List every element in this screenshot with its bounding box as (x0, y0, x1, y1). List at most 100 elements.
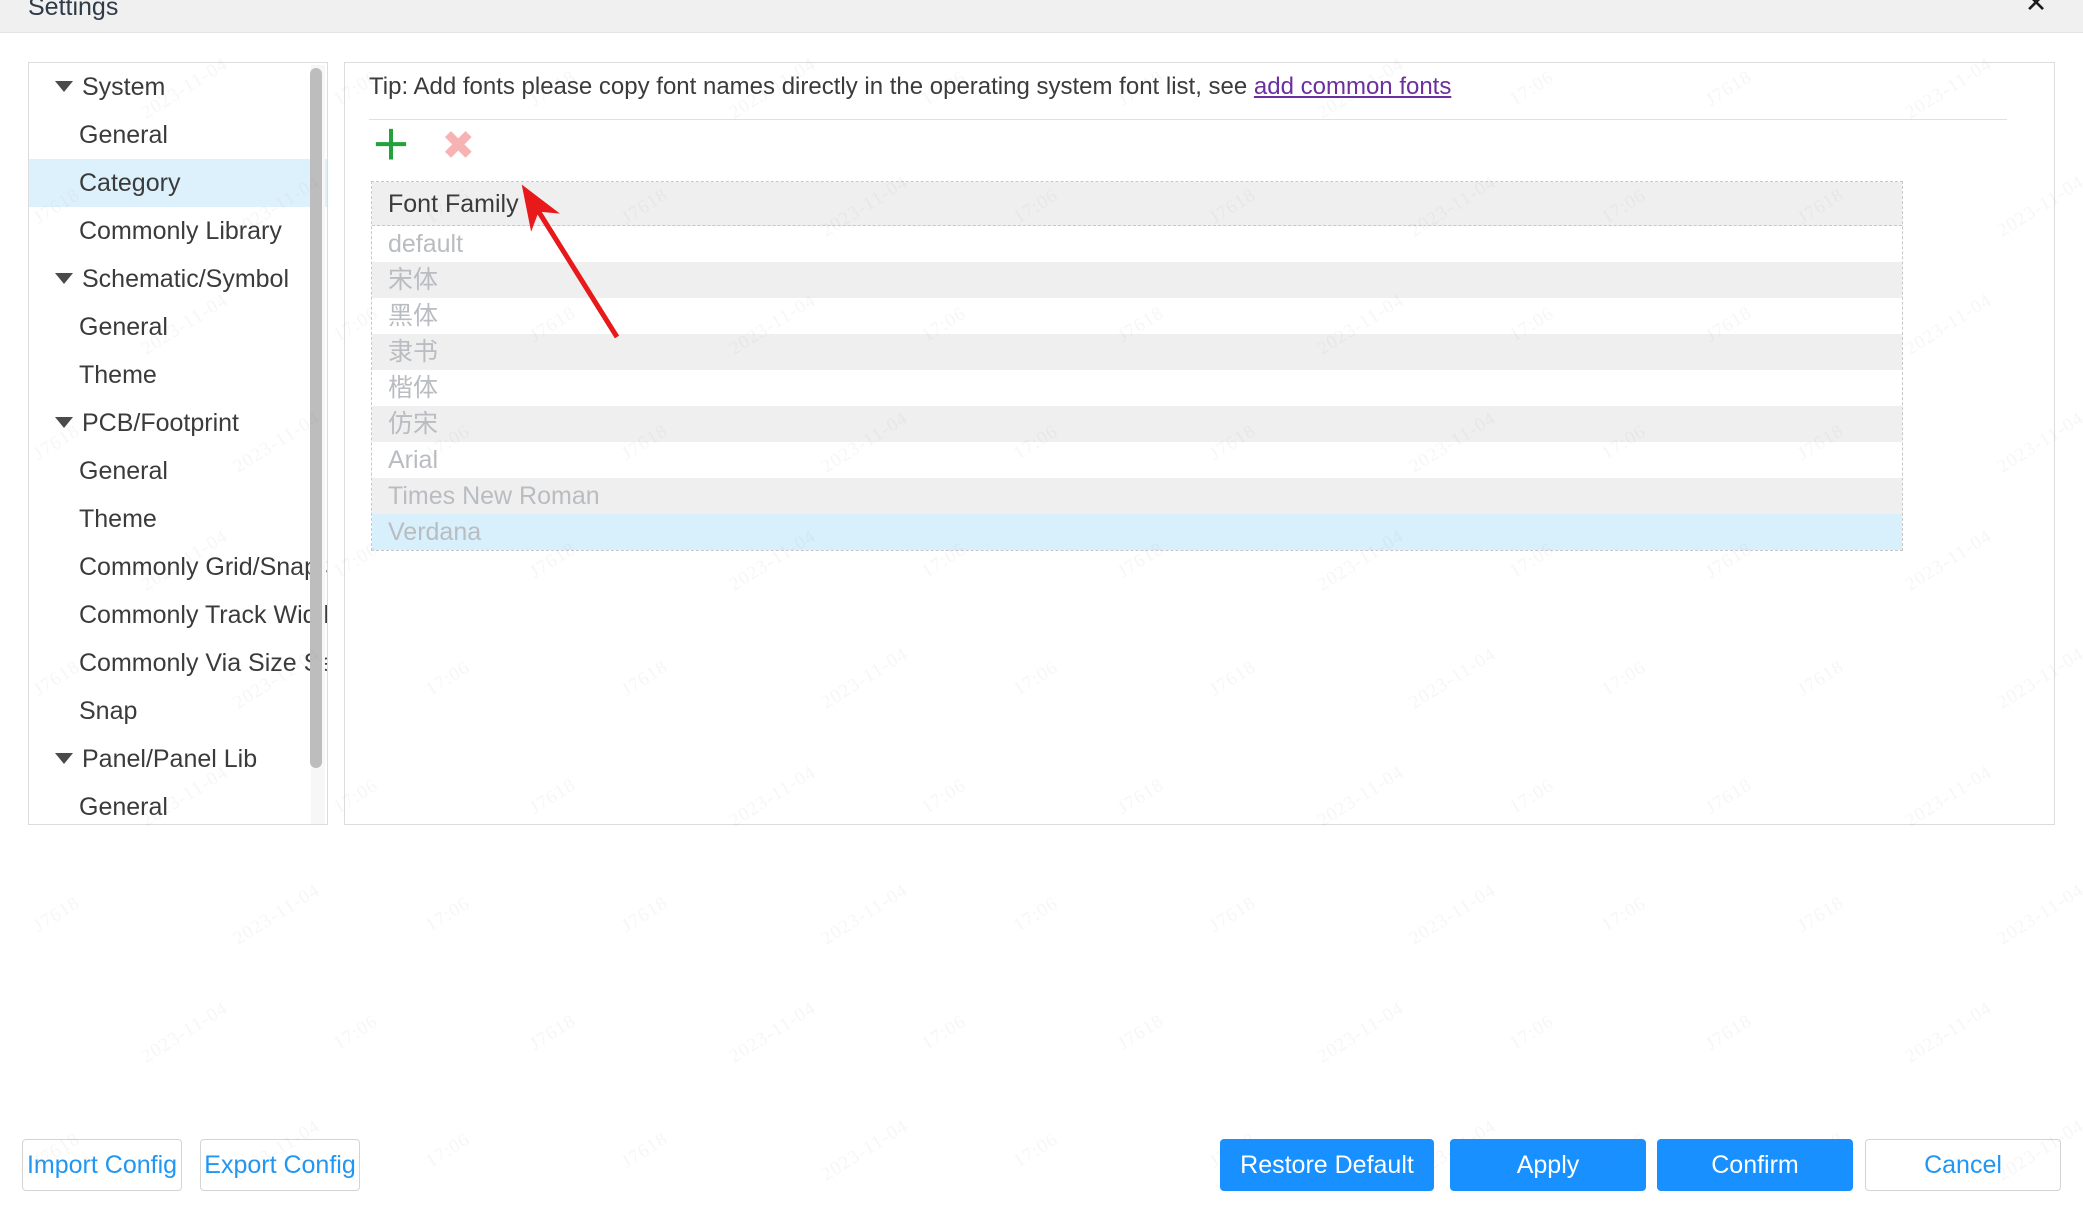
settings-nav-list: System General Category Commonly Library Sch… (29, 63, 327, 824)
watermark-text: J7618 (618, 892, 672, 937)
sidebar-item-theme[interactable]: Theme (29, 351, 327, 399)
watermark-text: 2023-11-04 (817, 879, 912, 950)
tip-text: Tip: Add fonts please copy font names di… (369, 73, 1451, 101)
sidebar-item-snap[interactable]: Snap (29, 687, 327, 735)
sidebar-item-commonly-track-width-setting[interactable]: Commonly Track Width Setting (29, 591, 327, 639)
chevron-down-icon[interactable] (55, 752, 73, 764)
sidebar-item-label: Commonly Via Size Setting (79, 649, 327, 677)
settings-nav-sidebar: System General Category Commonly Library Sch… (28, 62, 328, 825)
watermark-text: 17:06 (1505, 1010, 1558, 1055)
sidebar-item-label: Panel/Panel Lib (82, 745, 258, 773)
watermark-text: 2023-11-04 (1993, 879, 2083, 950)
sidebar-item-general[interactable]: General (29, 447, 327, 495)
sidebar-item-label: Commonly Library (79, 217, 282, 245)
sidebar-item-general[interactable]: General (29, 783, 327, 824)
table-row[interactable]: 隶书 (372, 334, 1902, 370)
sidebar-item-commonly-grid-snap-size-setting[interactable]: Commonly Grid/Snap Size Setting (29, 543, 327, 591)
watermark-text: 17:06 (1009, 1128, 1062, 1173)
watermark-text: 17:06 (1009, 892, 1062, 937)
sidebar-item-label: General (79, 121, 168, 149)
cross-icon[interactable]: ✖ (441, 125, 475, 167)
watermark-text: 17:06 (421, 1128, 474, 1173)
watermark-text: 2023-11-04 (1405, 879, 1500, 950)
sidebar-item-label: Schematic/Symbol (82, 265, 290, 293)
sidebar-item-category[interactable]: Category (29, 159, 327, 207)
sidebar-item-label: Theme (79, 505, 157, 533)
watermark-text: J7618 (526, 1010, 580, 1055)
watermark-text: 2023-11-04 (1901, 997, 1996, 1068)
sidebar-item-label: Commonly Grid/Snap Size Setting (79, 553, 327, 581)
sidebar-scrollbar-track[interactable] (310, 65, 325, 824)
font-family-cell: 隶书 (388, 338, 439, 366)
font-family-cell: Arial (388, 446, 439, 474)
sidebar-item-general[interactable]: General (29, 303, 327, 351)
sidebar-item-label: General (79, 457, 168, 485)
window-titlebar: Settings ✕ (0, 0, 2083, 33)
sidebar-item-label: PCB/Footprint (82, 409, 240, 437)
font-table-toolbar: ＋ ✖ (371, 125, 501, 167)
font-family-cell: Times New Roman (388, 482, 600, 510)
table-row[interactable]: Verdana (372, 514, 1902, 550)
confirm-button[interactable]: Confirm (1657, 1139, 1853, 1191)
font-family-cell: default (388, 230, 464, 258)
table-row[interactable]: default (372, 226, 1902, 262)
sidebar-scrollbar-thumb[interactable] (310, 68, 322, 768)
table-row[interactable]: Times New Roman (372, 478, 1902, 514)
font-family-settings-panel: Tip: Add fonts please copy font names di… (344, 62, 2055, 825)
chevron-down-icon[interactable] (55, 80, 73, 92)
watermark-text: 2023-11-04 (817, 1115, 912, 1186)
sidebar-item-panel-panel-lib[interactable]: Panel/Panel Lib (29, 735, 327, 783)
sidebar-item-theme[interactable]: Theme (29, 495, 327, 543)
watermark-text: 17:06 (917, 1010, 970, 1055)
font-family-cell: Verdana (388, 518, 482, 546)
font-family-cell: 楷体 (388, 374, 439, 402)
sidebar-item-label: Theme (79, 361, 157, 389)
watermark-text: 17:06 (329, 1010, 382, 1055)
cancel-button[interactable]: Cancel (1865, 1139, 2061, 1191)
sidebar-item-pcb-footprint[interactable]: PCB/Footprint (29, 399, 327, 447)
table-column-header-font-family: Font Family (372, 182, 1902, 226)
sidebar-item-commonly-library[interactable]: Commonly Library (29, 207, 327, 255)
sidebar-item-label: General (79, 313, 168, 341)
sidebar-item-label: Commonly Track Width Setting (79, 601, 327, 629)
restore-default-button[interactable]: Restore Default (1220, 1139, 1434, 1191)
font-family-cell: 仿宋 (388, 410, 439, 438)
watermark-text: 17:06 (421, 892, 474, 937)
chevron-down-icon[interactable] (55, 272, 73, 284)
watermark-text: J7618 (30, 892, 84, 937)
sidebar-item-system[interactable]: System (29, 63, 327, 111)
font-family-table: Font Family default 宋体黑体隶书楷体仿宋 Arial Times … (371, 181, 1903, 551)
chevron-down-icon[interactable] (55, 416, 73, 428)
add-common-fonts-link[interactable]: add common fonts (1254, 73, 1451, 100)
sidebar-item-commonly-via-size-setting[interactable]: Commonly Via Size Setting (29, 639, 327, 687)
tip-divider (369, 119, 2007, 120)
sidebar-item-schematic-symbol[interactable]: Schematic/Symbol (29, 255, 327, 303)
watermark-text: 2023-11-04 (725, 997, 820, 1068)
sidebar-item-general[interactable]: General (29, 111, 327, 159)
close-icon[interactable]: ✕ (2019, 0, 2053, 21)
table-row[interactable]: 宋体 (372, 262, 1902, 298)
plus-icon[interactable]: ＋ (371, 125, 411, 167)
watermark-text: J7618 (1702, 1010, 1756, 1055)
sidebar-item-label: System (82, 73, 166, 101)
sidebar-item-label: Category (79, 169, 181, 197)
watermark-text: J7618 (1206, 892, 1260, 937)
import-config-button[interactable]: Import Config (22, 1139, 182, 1191)
table-row[interactable]: 楷体 (372, 370, 1902, 406)
watermark-text: J7618 (1794, 892, 1848, 937)
sidebar-item-label: General (79, 793, 168, 821)
watermark-text: 2023-11-04 (1313, 997, 1408, 1068)
tip-prefix: Tip: Add fonts please copy font names di… (369, 73, 1254, 100)
watermark-text: J7618 (1114, 1010, 1168, 1055)
table-row[interactable]: Arial (372, 442, 1902, 478)
font-family-cell: 黑体 (388, 302, 439, 330)
table-row[interactable]: 黑体 (372, 298, 1902, 334)
export-config-button[interactable]: Export Config (200, 1139, 360, 1191)
watermark-text: J7618 (618, 1128, 672, 1173)
watermark-text: 2023-11-04 (137, 997, 232, 1068)
watermark-text: 17:06 (1597, 892, 1650, 937)
window-title: Settings (28, 0, 119, 21)
apply-button[interactable]: Apply (1450, 1139, 1646, 1191)
table-row[interactable]: 仿宋 (372, 406, 1902, 442)
watermark-text: 2023-11-04 (229, 879, 324, 950)
